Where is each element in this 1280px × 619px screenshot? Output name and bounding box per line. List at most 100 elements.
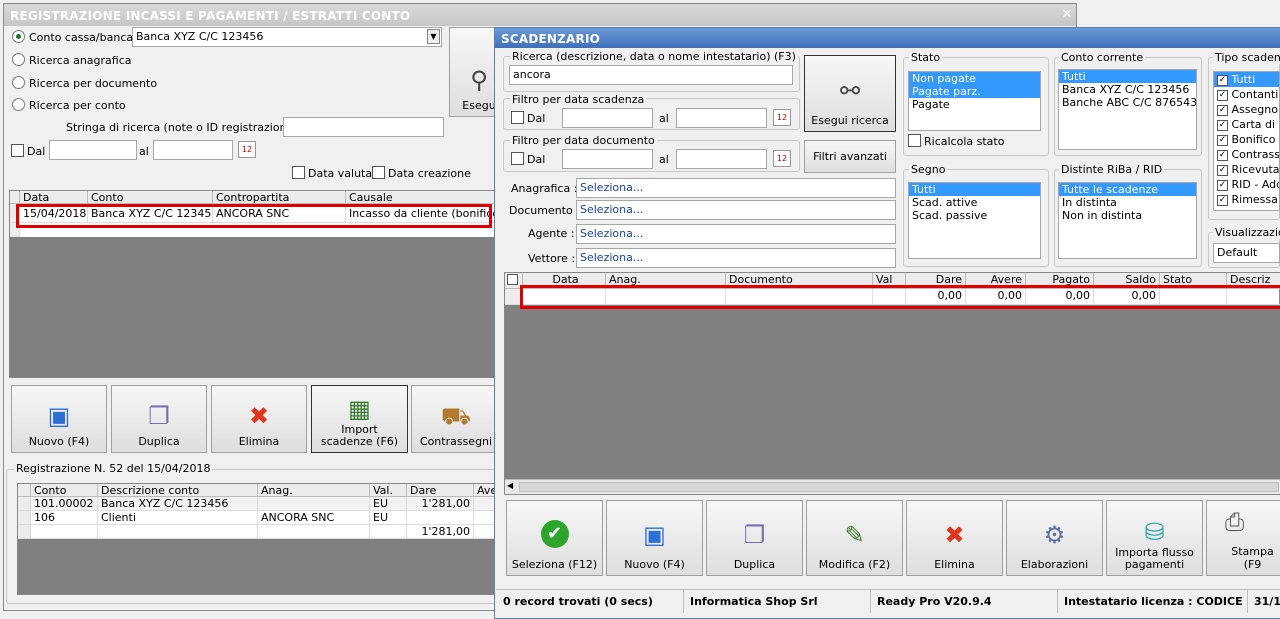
data-valuta-checkbox[interactable] xyxy=(292,166,305,179)
list-item[interactable]: Scad. passive xyxy=(909,209,1040,222)
grid-header-cell[interactable] xyxy=(18,484,31,497)
table-row-cell[interactable] xyxy=(258,525,370,539)
modifica-button[interactable]: ✎ Modifica (F2) xyxy=(806,500,903,576)
list-item[interactable]: Tutte le scadenze xyxy=(1059,183,1196,196)
conto-select[interactable]: Banca XYZ C/C 123456 xyxy=(132,27,442,47)
list-item[interactable]: Banche ABC C/C 876543 xyxy=(1059,96,1196,109)
list-item[interactable]: ✓ Assegno xyxy=(1214,102,1279,117)
elaborazioni-button[interactable]: ⚙ Elaborazioni xyxy=(1006,500,1103,576)
stringa-input[interactable] xyxy=(283,117,444,137)
list-item[interactable]: ✓ Contanti xyxy=(1214,87,1279,102)
table-row-cell[interactable] xyxy=(98,525,258,539)
calendar-icon[interactable]: 12 xyxy=(773,109,791,126)
grid-header-cell[interactable]: Dare xyxy=(407,484,474,497)
visualizzazione-select[interactable]: Default xyxy=(1213,243,1280,263)
tipo-scadenza-list[interactable]: ✓ Tutti ✓ Contanti ✓ Assegno ✓ Carta di … xyxy=(1213,71,1280,211)
list-item[interactable]: ✓ Carta di cr xyxy=(1214,117,1279,132)
elimina-button[interactable]: ✖ Elimina xyxy=(211,385,307,453)
grid-header-cell[interactable] xyxy=(10,191,20,204)
documento-selector[interactable]: Seleziona... xyxy=(576,200,896,220)
grid-header-cell[interactable]: Data xyxy=(20,191,88,204)
scadenza-dal-checkbox[interactable] xyxy=(511,111,524,124)
list-item[interactable]: Banca XYZ C/C 123456 xyxy=(1059,83,1196,96)
table-row-cell[interactable]: Clienti xyxy=(98,511,258,525)
documento-dal-checkbox[interactable] xyxy=(511,152,524,165)
nuovo-button[interactable]: ▣ Nuovo (F4) xyxy=(11,385,107,453)
documento-al-input[interactable] xyxy=(676,149,767,169)
list-item[interactable]: Non in distinta xyxy=(1059,209,1196,222)
segno-list[interactable]: Tutti Scad. attive Scad. passive xyxy=(908,182,1041,259)
list-item[interactable]: ✓ Bonifico xyxy=(1214,132,1279,147)
al-date-input[interactable] xyxy=(153,140,233,160)
table-row-cell[interactable] xyxy=(258,497,370,511)
horizontal-scrollbar[interactable]: ◀ xyxy=(505,479,1280,494)
grid-header-cell[interactable]: Causale xyxy=(346,191,498,204)
table-row-cell[interactable]: ANCORA SNC xyxy=(258,511,370,525)
documento-dal-input[interactable] xyxy=(562,149,653,169)
close-icon[interactable]: ✕ xyxy=(1060,7,1074,22)
table-row-cell[interactable] xyxy=(31,525,98,539)
chevron-down-icon[interactable]: ▼ xyxy=(427,29,440,44)
importa-flusso-button[interactable]: ⛁ Importa flusso pagamenti xyxy=(1106,500,1203,576)
stampa-button[interactable]: ⎙ Stampa (F9 xyxy=(1206,500,1280,576)
seleziona-button[interactable]: ✔ Seleziona (F12) xyxy=(506,500,603,576)
list-item[interactable]: Tutti xyxy=(1059,70,1196,83)
ricerca-input[interactable]: ancora xyxy=(509,65,793,85)
anagrafica-selector[interactable]: Seleziona... xyxy=(576,178,896,198)
dal-date-input[interactable] xyxy=(49,140,137,160)
radio-ricerca-documento[interactable] xyxy=(12,76,25,89)
elimina-button[interactable]: ✖ Elimina xyxy=(906,500,1003,576)
list-item[interactable]: In distinta xyxy=(1059,196,1196,209)
grid-header-cell[interactable]: Conto xyxy=(88,191,213,204)
table-row-cell[interactable]: 106 xyxy=(31,511,98,525)
table-row-cell[interactable]: EU xyxy=(370,497,407,511)
data-creazione-checkbox[interactable] xyxy=(372,166,385,179)
table-row-cell[interactable]: EU xyxy=(370,511,407,525)
table-row-cell[interactable]: 101.00002 xyxy=(31,497,98,511)
table-row-cell[interactable] xyxy=(370,525,407,539)
nuovo-button[interactable]: ▣ Nuovo (F4) xyxy=(606,500,703,576)
duplica-button[interactable]: ❐ Duplica xyxy=(111,385,207,453)
radio-ricerca-conto[interactable] xyxy=(12,98,25,111)
grid-header-cell[interactable]: Val. xyxy=(370,484,407,497)
list-item[interactable]: Pagate xyxy=(909,98,1040,111)
duplica-button[interactable]: ❐ Duplica xyxy=(706,500,803,576)
table-row-cell[interactable]: Banca XYZ C/C 123456 xyxy=(98,497,258,511)
table-row-cell[interactable] xyxy=(18,497,31,511)
grid-header-cell[interactable]: Contropartita xyxy=(213,191,346,204)
list-item[interactable]: Pagate parz. xyxy=(909,85,1040,98)
scadenza-dal-input[interactable] xyxy=(562,108,653,128)
list-item[interactable]: Tutti xyxy=(909,183,1040,196)
radio-conto-cassa[interactable] xyxy=(12,30,25,43)
distinte-list[interactable]: Tutte le scadenze In distinta Non in dis… xyxy=(1058,182,1197,259)
list-item[interactable]: ✓ Rimessa d xyxy=(1214,192,1279,207)
table-row-cell[interactable]: 1'281,00 xyxy=(407,497,474,511)
table-row-cell[interactable] xyxy=(407,511,474,525)
calendar-icon[interactable]: 12 xyxy=(238,141,256,158)
radio-ricerca-anagrafica[interactable] xyxy=(12,53,25,66)
list-item[interactable]: ✓ Ricevuta b xyxy=(1214,162,1279,177)
conto-corrente-list[interactable]: Tutti Banca XYZ C/C 123456 Banche ABC C/… xyxy=(1058,69,1197,150)
esegui-ricerca-button[interactable]: ⚯ Esegui ricerca xyxy=(804,55,896,132)
scadenza-al-input[interactable] xyxy=(676,108,767,128)
calendar-icon[interactable]: 12 xyxy=(773,150,791,167)
list-item[interactable]: ✓ Tutti xyxy=(1214,72,1279,87)
import-scadenze-button[interactable]: ▦ Import scadenze (F6) xyxy=(311,385,408,453)
table-row-cell[interactable] xyxy=(18,525,31,539)
ricalcola-checkbox[interactable] xyxy=(908,134,921,147)
scroll-thumb[interactable] xyxy=(519,482,1279,492)
filtri-avanzati-button[interactable]: Filtri avanzati xyxy=(804,140,896,173)
list-item[interactable]: Non pagate xyxy=(909,72,1040,85)
dal-checkbox[interactable] xyxy=(11,144,24,157)
list-item[interactable]: ✓ Contrasse xyxy=(1214,147,1279,162)
list-item[interactable]: Scad. attive xyxy=(909,196,1040,209)
grid-header-cell[interactable]: Descrizione conto xyxy=(98,484,258,497)
contrassegni-button[interactable]: ⛟ Contrassegni xyxy=(411,385,501,453)
list-item[interactable]: ✓ RID - Add xyxy=(1214,177,1279,192)
scroll-left-icon[interactable]: ◀ xyxy=(507,481,513,490)
grid-header-cell[interactable]: Conto xyxy=(31,484,98,497)
vettore-selector[interactable]: Seleziona... xyxy=(576,248,896,268)
table-row-cell[interactable] xyxy=(18,511,31,525)
agente-selector[interactable]: Seleziona... xyxy=(576,224,896,244)
table-row-cell[interactable]: 1'281,00 xyxy=(407,525,474,539)
